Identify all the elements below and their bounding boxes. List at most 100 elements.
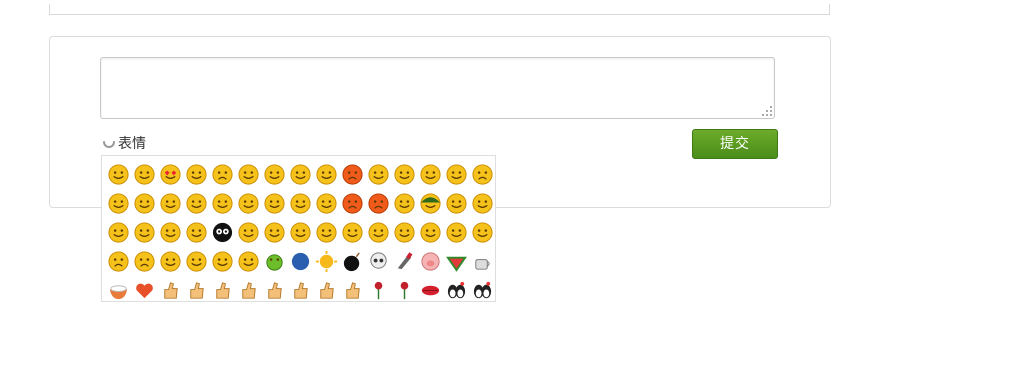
emoji-moon[interactable] — [287, 247, 313, 276]
emoji-peace-hand[interactable] — [339, 276, 365, 305]
emoji-skeleton-face[interactable] — [209, 218, 235, 247]
emoji-shy[interactable] — [235, 160, 261, 189]
emoji-heart[interactable] — [131, 276, 157, 305]
emoji-surprised[interactable] — [417, 160, 443, 189]
wilted-rose-icon — [400, 281, 408, 300]
emoji-label: 表情 — [118, 136, 146, 152]
penguin-couple-icon — [447, 281, 465, 299]
peace-hand-icon — [345, 282, 360, 299]
emoji-crying[interactable] — [209, 160, 235, 189]
emoji-pig[interactable] — [417, 247, 443, 276]
emoji-green-frog[interactable] — [261, 247, 287, 276]
emoji-angry[interactable] — [339, 160, 365, 189]
emoji-shh[interactable] — [131, 218, 157, 247]
emoji-greedy[interactable] — [261, 189, 287, 218]
emoji-awkward[interactable] — [391, 218, 417, 247]
handshake-icon — [215, 282, 230, 299]
emoji-ponder[interactable] — [261, 218, 287, 247]
emoji-frown[interactable] — [131, 160, 157, 189]
emoji-sleeping[interactable] — [287, 189, 313, 218]
emoji-thumbs-up[interactable] — [157, 276, 183, 305]
emoji-scared[interactable] — [157, 247, 183, 276]
emoji-cool[interactable] — [105, 189, 131, 218]
emoji-soldier[interactable] — [417, 189, 443, 218]
emoji-embarrassed[interactable] — [131, 189, 157, 218]
emoji-penguin-kiss[interactable] — [469, 276, 495, 305]
emoji-confused[interactable] — [157, 218, 183, 247]
emoji-grin[interactable] — [183, 160, 209, 189]
emoji-chuckle[interactable] — [209, 189, 235, 218]
emoji-skull[interactable] — [365, 247, 391, 276]
emoji-crazy[interactable] — [209, 247, 235, 276]
emoji-laugh-hand[interactable] — [183, 189, 209, 218]
emoji-tongue-out[interactable] — [365, 160, 391, 189]
emoji-mad[interactable] — [339, 189, 365, 218]
emoji-poke[interactable] — [339, 218, 365, 247]
emoji-bomb[interactable] — [339, 247, 365, 276]
emoji-wave[interactable] — [235, 218, 261, 247]
emoji-sick[interactable] — [131, 247, 157, 276]
chuckle-icon — [211, 193, 233, 214]
emoji-penguin-couple[interactable] — [443, 276, 469, 305]
emoji-drooling[interactable] — [313, 189, 339, 218]
emoji-laugh-tears[interactable] — [157, 189, 183, 218]
emoji-sweat[interactable] — [313, 160, 339, 189]
emoji-handshake[interactable] — [209, 276, 235, 305]
wave-icon — [237, 222, 259, 243]
pouting-icon — [445, 222, 467, 243]
emoji-coffee[interactable] — [469, 247, 495, 276]
emoji-toggle[interactable]: 表情 — [102, 134, 146, 152]
emoji-rose[interactable] — [365, 276, 391, 305]
emoji-knock[interactable] — [365, 218, 391, 247]
heart-eyes-icon — [159, 164, 181, 185]
emoji-wilted-rose[interactable] — [391, 276, 417, 305]
emoji-angry-steam[interactable] — [183, 218, 209, 247]
sweat-smile-icon — [393, 193, 415, 214]
emoji-kiss-blow[interactable] — [183, 247, 209, 276]
emoji-grin-wide[interactable] — [391, 160, 417, 189]
emoji-ok-hand[interactable] — [313, 276, 339, 305]
emoji-sleepy[interactable] — [287, 160, 313, 189]
cheeky-icon — [445, 193, 467, 214]
emoji-hand-hook[interactable] — [287, 276, 313, 305]
emoji-pouting[interactable] — [443, 218, 469, 247]
dizzy-icon — [107, 222, 129, 243]
laugh-tears-icon — [159, 193, 181, 214]
emoji-heart-eyes[interactable] — [157, 160, 183, 189]
emoji-fist-hug[interactable] — [261, 276, 287, 305]
bomb-icon — [343, 252, 360, 272]
emoji-cheeky[interactable] — [443, 189, 469, 218]
emoji-watermelon[interactable] — [443, 247, 469, 276]
emoji-sad[interactable] — [469, 160, 495, 189]
emoji-sun[interactable] — [313, 247, 339, 276]
emoji-frustrated[interactable] — [365, 189, 391, 218]
emoji-pig-snout[interactable] — [417, 218, 443, 247]
emoji-thinking[interactable] — [443, 160, 469, 189]
drooling-icon — [315, 193, 337, 214]
emoji-lips[interactable] — [417, 276, 443, 305]
emoji-yawn[interactable] — [235, 189, 261, 218]
emoji-curse[interactable] — [313, 218, 339, 247]
emoji-stuttering[interactable] — [235, 247, 261, 276]
emoji-yelling[interactable] — [469, 218, 495, 247]
heart-icon — [135, 283, 153, 299]
emoji-victory[interactable] — [235, 276, 261, 305]
submit-button[interactable]: 提交 — [692, 129, 778, 159]
emoji-rice-bowl[interactable] — [105, 276, 131, 305]
mad-icon — [341, 193, 363, 214]
emoji-bored[interactable] — [105, 247, 131, 276]
sad-icon — [471, 164, 493, 185]
angry-icon — [341, 164, 363, 185]
emoji-zip-mouth[interactable] — [261, 160, 287, 189]
emoji-thumbs-down[interactable] — [183, 276, 209, 305]
lips-icon — [421, 285, 439, 296]
emoji-shocked[interactable] — [469, 189, 495, 218]
emoji-sweat-smile[interactable] — [391, 189, 417, 218]
emoji-knife[interactable] — [391, 247, 417, 276]
knife-icon — [397, 252, 413, 270]
emoji-smile[interactable] — [105, 160, 131, 189]
moon-icon — [291, 252, 309, 271]
comment-textarea[interactable] — [100, 57, 775, 119]
emoji-hmm[interactable] — [287, 218, 313, 247]
emoji-dizzy[interactable] — [105, 218, 131, 247]
